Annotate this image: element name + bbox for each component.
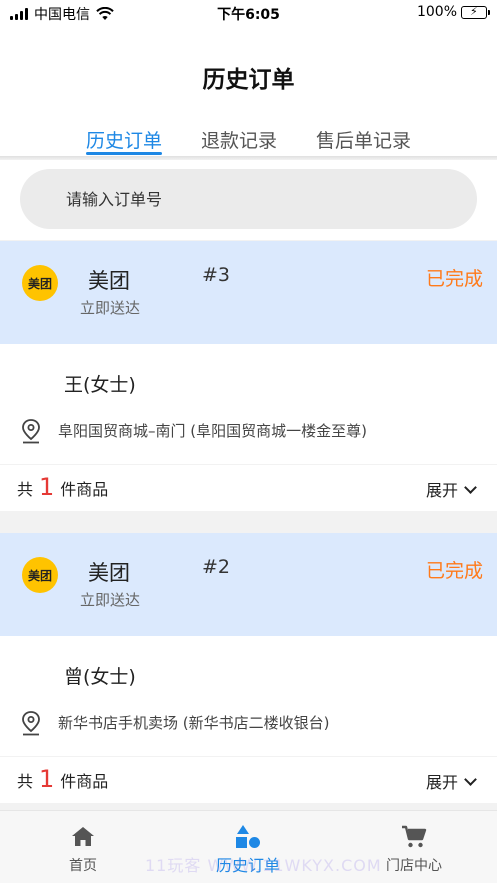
expand-label: 展开 — [425, 773, 458, 792]
nav-history-orders[interactable]: 历史订单 — [188, 811, 308, 883]
order-header: 美团 美团 立即送达 #2 已完成 — [0, 533, 497, 636]
delivery-type: 立即送达 — [80, 591, 141, 609]
count-suffix: 件商品 — [60, 772, 109, 791]
item-count: 共 1 件商品 — [17, 473, 108, 501]
chevron-down-icon — [464, 772, 477, 786]
header: 历史订单 历史订单 退款记录 售后单记录 — [0, 26, 497, 156]
home-icon — [72, 827, 94, 846]
tab-bar: 历史订单 退款记录 售后单记录 — [0, 126, 497, 156]
delivery-address: 阜阳国贸商城–南门 (阜阳国贸商城一楼金至尊) — [58, 422, 367, 440]
cart-icon — [402, 825, 427, 848]
customer-name: 王(女士) — [64, 374, 136, 396]
count-suffix: 件商品 — [60, 480, 109, 499]
location-pin-icon — [22, 711, 40, 736]
order-footer: 共 1 件商品 展开 — [0, 757, 497, 803]
order-body: 王(女士) 阜阳国贸商城–南门 (阜阳国贸商城一楼金至尊) — [0, 344, 497, 466]
count-prefix: 共 — [17, 480, 34, 499]
delivery-type: 立即送达 — [80, 299, 141, 317]
nav-history-orders-label: 历史订单 — [215, 856, 280, 875]
count-number: 1 — [39, 473, 55, 501]
expand-button[interactable]: 展开 — [425, 769, 477, 793]
platform-name: 美团 — [88, 269, 130, 293]
meituan-logo-icon: 美团 — [22, 557, 58, 593]
delivery-address: 新华书店手机卖场 (新华书店二楼收银台) — [58, 714, 330, 732]
platform-name: 美团 — [88, 561, 130, 585]
location-pin-icon — [22, 419, 40, 444]
status-right: 100% ⚡ — [416, 4, 490, 20]
tab-refund-records[interactable]: 退款记录 — [201, 126, 277, 153]
shapes-icon — [236, 825, 260, 848]
screen: 中国电信 下午6:05 100% ⚡ 历史订单 历史订单 退款记录 售后单记录 — [0, 0, 497, 883]
expand-label: 展开 — [425, 481, 458, 500]
order-header: 美团 美团 立即送达 #3 已完成 — [0, 241, 497, 344]
tab-history-orders[interactable]: 历史订单 — [86, 126, 162, 153]
nav-home[interactable]: 首页 — [23, 811, 143, 883]
order-status: 已完成 — [425, 560, 483, 582]
active-tab-indicator — [86, 152, 162, 155]
expand-button[interactable]: 展开 — [425, 477, 477, 501]
order-number: #2 — [202, 556, 231, 578]
order-number: #3 — [202, 264, 231, 286]
status-bar: 中国电信 下午6:05 100% ⚡ — [0, 0, 497, 26]
battery-icon: ⚡ — [461, 5, 490, 19]
nav-store-center[interactable]: 门店中心 — [354, 811, 474, 883]
order-body: 曾(女士) 新华书店手机卖场 (新华书店二楼收银台) — [0, 636, 497, 758]
customer-name: 曾(女士) — [64, 666, 136, 688]
bottom-nav: 首页 历史订单 门店中心 11玩客 WWW.11WKYX.COM — [0, 810, 497, 883]
battery-percent: 100% — [416, 4, 457, 20]
meituan-logo-icon: 美团 — [22, 265, 58, 301]
tab-after-sales-records[interactable]: 售后单记录 — [316, 126, 411, 153]
item-count: 共 1 件商品 — [17, 765, 108, 793]
chevron-down-icon — [464, 480, 477, 494]
count-number: 1 — [39, 765, 55, 793]
page-title: 历史订单 — [202, 67, 295, 93]
order-number-search-input[interactable] — [20, 169, 477, 229]
order-footer: 共 1 件商品 展开 — [0, 465, 497, 511]
nav-store-center-label: 门店中心 — [386, 858, 442, 874]
search-area — [0, 160, 497, 240]
order-status: 已完成 — [425, 268, 483, 290]
count-prefix: 共 — [17, 772, 34, 791]
nav-home-label: 首页 — [69, 858, 97, 874]
